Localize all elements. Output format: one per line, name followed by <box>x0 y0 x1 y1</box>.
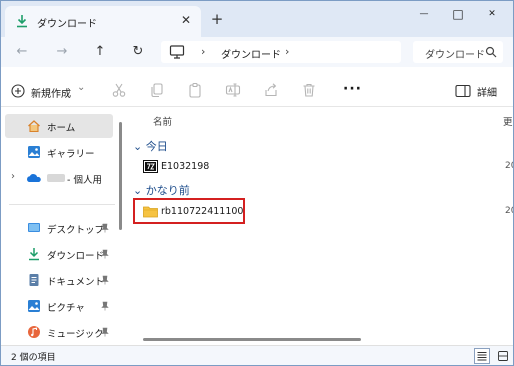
sidebar-item-label: ダウンロード <box>47 251 105 262</box>
group-header-today[interactable]: ⌄ 今日 <box>133 138 168 154</box>
7z-archive-icon <box>143 160 158 173</box>
share-icon[interactable] <box>263 82 279 98</box>
column-header-name[interactable]: 名前 <box>153 114 172 128</box>
group-header-long-ago[interactable]: ⌄ かなり前 <box>133 182 190 198</box>
breadcrumb-downloads[interactable]: ダウンロード <box>221 46 281 61</box>
list-view-icon <box>477 352 487 361</box>
minimize-button[interactable]: — <box>411 5 437 23</box>
breadcrumb-expand-icon[interactable]: › <box>285 45 289 58</box>
chevron-down-icon: ⌄ <box>133 140 143 153</box>
details-pane-icon <box>455 84 471 98</box>
pin-icon[interactable] <box>101 327 109 337</box>
horizontal-scrollbar[interactable] <box>143 338 361 341</box>
refresh-button[interactable]: ↻ <box>129 43 147 61</box>
file-name: E1032198 <box>161 161 210 172</box>
file-row-e1032198[interactable]: E1032198 20 <box>135 157 513 177</box>
group-label: かなり前 <box>145 184 190 197</box>
status-bar: 2 個の項目 <box>1 345 513 365</box>
blurred-account-name <box>47 174 65 182</box>
close-window-button[interactable]: ✕ <box>479 5 505 23</box>
sidebar-item-pictures[interactable]: ピクチャ <box>5 294 113 318</box>
search-placeholder: ダウンロード <box>425 50 485 61</box>
paste-icon[interactable] <box>187 82 203 98</box>
file-date: 20 <box>505 206 513 216</box>
sidebar-item-downloads[interactable]: ダウンロード <box>5 242 113 266</box>
sidebar-item-desktop[interactable]: デスクトップ <box>5 216 113 240</box>
tiles-view-button[interactable] <box>495 348 511 364</box>
documents-icon <box>29 274 39 286</box>
explorer-window: ダウンロード ✕ + — □ ✕ ← → ↑ ↻ › ダウンロード › ダウンロ… <box>0 0 514 366</box>
navigation-bar: ← → ↑ ↻ › ダウンロード › ダウンロード <box>1 37 513 67</box>
command-bar: 新規作成 ⌄ ··· 詳細 <box>1 75 513 107</box>
sidebar-item-label: ホーム <box>47 123 76 134</box>
navigation-pane: ホーム ギャラリー › - 個人用 デスクトップ ダウンロード ドキュメント ピ… <box>1 108 125 344</box>
chevron-right-icon[interactable]: › <box>11 171 15 182</box>
plus-circle-icon <box>11 84 25 98</box>
copy-icon[interactable] <box>149 82 165 98</box>
cut-icon[interactable] <box>111 82 127 98</box>
sidebar-item-music[interactable]: ミュージック <box>5 320 113 344</box>
sidebar-item-label: - 個人用 <box>67 175 102 186</box>
back-button[interactable]: ← <box>13 43 31 61</box>
details-label: 詳細 <box>477 88 497 99</box>
forward-button[interactable]: → <box>53 43 71 61</box>
sidebar-item-onedrive[interactable]: › - 個人用 <box>5 166 113 190</box>
new-tab-button[interactable]: + <box>209 11 225 27</box>
this-pc-icon <box>169 45 185 59</box>
sidebar-item-gallery[interactable]: ギャラリー <box>5 140 113 164</box>
sidebar-item-documents[interactable]: ドキュメント <box>5 268 113 292</box>
pin-icon[interactable] <box>101 301 109 311</box>
up-button[interactable]: ↑ <box>91 43 109 61</box>
maximize-button[interactable]: □ <box>445 5 471 23</box>
pin-icon[interactable] <box>101 223 109 233</box>
sidebar-scrollbar[interactable] <box>119 122 122 230</box>
delete-icon[interactable] <box>301 82 317 98</box>
breadcrumb-separator-icon: › <box>201 45 206 58</box>
tab-downloads[interactable]: ダウンロード ✕ <box>5 6 201 37</box>
rename-icon[interactable] <box>225 82 241 98</box>
pin-icon[interactable] <box>101 249 109 259</box>
item-count: 2 個の項目 <box>11 353 56 363</box>
download-icon <box>29 248 39 261</box>
sidebar-item-label: ミュージック <box>47 329 104 340</box>
details-view-button[interactable] <box>474 348 490 364</box>
file-list: 名前 更 ⌄ 今日 E1032198 20 ⌄ かなり前 rb110722411… <box>125 108 513 344</box>
pictures-icon <box>28 300 40 312</box>
address-bar[interactable]: › ダウンロード › <box>161 41 401 63</box>
file-date: 20 <box>505 161 513 171</box>
search-box[interactable]: ダウンロード <box>413 41 503 63</box>
desktop-icon <box>28 223 40 232</box>
search-icon <box>485 46 497 58</box>
sidebar-item-label: ギャラリー <box>47 149 95 160</box>
gallery-icon <box>28 146 40 158</box>
download-icon <box>17 15 27 28</box>
new-label: 新規作成 <box>31 89 71 100</box>
onedrive-icon <box>27 174 41 182</box>
pin-icon[interactable] <box>101 275 109 285</box>
chevron-down-icon: ⌄ <box>133 184 143 197</box>
column-header-date[interactable]: 更 <box>503 114 513 128</box>
close-tab-icon[interactable]: ✕ <box>179 13 193 27</box>
tab-title: ダウンロード <box>37 19 97 30</box>
tab-strip: ダウンロード ✕ + — □ ✕ <box>1 1 513 37</box>
group-label: 今日 <box>145 140 168 153</box>
highlight-box <box>133 198 245 224</box>
more-options-button[interactable]: ··· <box>343 81 362 97</box>
sidebar-item-label: ピクチャ <box>47 303 85 314</box>
sidebar-item-label: ドキュメント <box>47 277 105 288</box>
sidebar-item-label: デスクトップ <box>47 225 105 236</box>
tiles-view-icon <box>498 351 508 361</box>
chevron-down-icon: ⌄ <box>77 82 86 93</box>
music-icon <box>28 326 40 338</box>
sidebar-divider <box>9 204 115 205</box>
sidebar-item-home[interactable]: ホーム <box>5 114 113 138</box>
home-icon <box>28 120 40 133</box>
